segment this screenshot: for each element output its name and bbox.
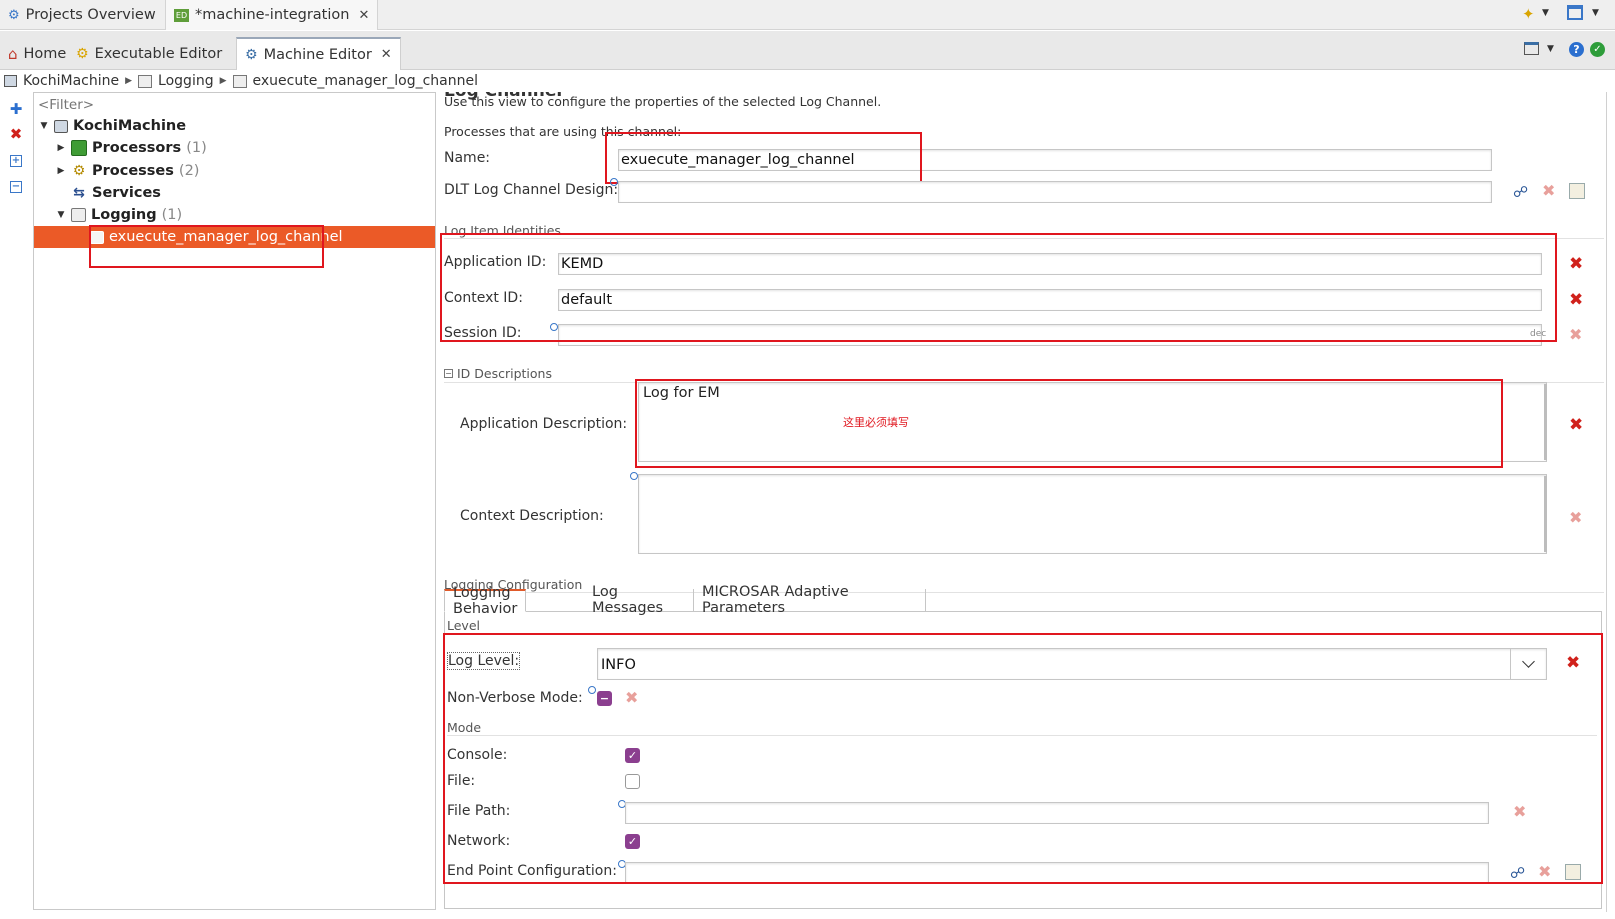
breadcrumb-item-machine[interactable]: KochiMachine [23,73,119,89]
processor-icon [71,140,87,156]
chevron-down-icon[interactable]: ▼ [1542,8,1549,18]
browse-icon[interactable] [1569,183,1585,199]
hint-icon [610,178,618,186]
link-icon[interactable]: ☍ [1513,184,1528,200]
executable-editor-icon: ⚙ [76,45,89,62]
tab-home[interactable]: ⌂ Home [0,37,74,70]
hint-icon [630,472,638,480]
machine-icon [54,119,68,133]
expanded-triangle-icon[interactable]: ▼ [39,121,49,131]
scrollbar[interactable] [1544,384,1547,460]
add-icon[interactable]: ✚ [7,100,25,118]
breadcrumb-separator-icon: ▶ [219,76,227,86]
machine-integration-icon: ED [174,8,189,22]
tree-toolbar: ✚ ✖ + − [0,92,32,919]
project-tab-bar: ⚙ Projects Overview ED *machine-integrat… [0,0,1615,30]
machine-icon [4,75,17,87]
editor-tab-bar: ⌂ Home ⚙ Executable Editor ⚙ Machine Edi… [0,31,1615,70]
tree-item-processors[interactable]: ▶ Processors (1) [56,137,207,159]
annotation-box-tree [89,225,324,268]
logging-icon [71,208,86,222]
tree-item-processes[interactable]: ▶ ⚙ Processes (2) [56,160,200,182]
clear-icon[interactable]: ✖ [1569,292,1583,309]
delete-icon[interactable]: ✖ [7,125,25,143]
breadcrumb-item-log-channel[interactable]: exuecute_manager_log_channel [253,73,478,89]
annotation-box-logging [443,633,1603,884]
home-icon: ⌂ [8,44,18,63]
close-icon[interactable]: ✕ [358,8,369,23]
tree-item-logging[interactable]: ▼ Logging (1) [56,204,183,226]
scrollbar[interactable] [1544,476,1547,552]
tab-logging-behavior[interactable]: Logging Behavior [444,585,527,617]
logging-icon [138,74,153,88]
clear-icon[interactable]: ✖ [1569,256,1583,273]
clear-icon[interactable]: ✖ [1569,327,1582,343]
window-icon[interactable] [1567,5,1583,20]
app-desc-label: Application Description: [460,416,628,432]
clear-icon[interactable]: ✖ [1569,417,1583,434]
view-menu-icon[interactable] [1524,42,1539,55]
context-desc-label: Context Description: [460,508,604,524]
collapsed-triangle-icon[interactable]: ▶ [56,166,66,176]
id-desc-section-title: − ID Descriptions [444,366,552,381]
wand-icon[interactable]: ✦ [1522,5,1535,23]
process-gears-icon: ⚙ [72,163,86,179]
context-desc-textarea[interactable] [638,474,1547,554]
breadcrumb: KochiMachine ▶ Logging ▶ exuecute_manage… [0,70,1615,92]
expanded-triangle-icon[interactable]: ▼ [56,210,66,220]
help-icon[interactable]: ? [1569,42,1584,57]
annotation-box-name [605,132,922,184]
clear-icon[interactable]: ✖ [1569,510,1582,526]
dlt-design-label: DLT Log Channel Design: [444,182,619,198]
breadcrumb-separator-icon: ▶ [125,76,133,86]
clear-icon[interactable]: ✖ [1542,183,1555,199]
collapsed-triangle-icon[interactable]: ▶ [56,143,66,153]
name-label: Name: [444,150,491,166]
form-intro: Use this view to configure the propertie… [444,94,882,109]
check-ok-icon[interactable]: ✓ [1590,42,1605,57]
dlt-design-field[interactable] [618,181,1492,203]
tab-log-messages[interactable]: Log Messages [584,584,694,616]
services-arrows-icon: ⇆ [73,185,85,201]
level-section-title: Level [447,618,480,633]
machine-editor-icon: ⚙ [245,46,258,63]
log-channel-icon [232,74,247,88]
collapse-section-icon[interactable]: − [444,369,453,378]
collapse-all-icon[interactable]: − [7,178,25,196]
tab-machine-editor[interactable]: ⚙ Machine Editor ✕ [236,37,401,70]
chevron-down-icon[interactable]: ▼ [1592,8,1599,18]
filter-input[interactable] [36,95,432,115]
tree-item-services[interactable]: ⇆ Services [56,182,161,204]
projects-overview-icon: ⚙ [8,7,20,23]
breadcrumb-item-logging[interactable]: Logging [158,73,214,89]
close-icon[interactable]: ✕ [381,47,392,62]
annotation-box-app-desc [635,379,1503,468]
model-tree-panel: ▼ KochiMachine ▶ Processors (1) ▶ ⚙ Proc… [33,92,436,910]
expand-all-icon[interactable]: + [7,152,25,170]
tab-projects-overview[interactable]: ⚙ Projects Overview [0,0,164,30]
annotation-box-log-item [440,233,1557,342]
log-channel-form: Log Channel Use this view to configure t… [437,92,1615,912]
tab-executable-editor[interactable]: ⚙ Executable Editor [68,37,230,70]
chevron-down-icon[interactable]: ▼ [1547,44,1554,54]
tab-machine-integration[interactable]: ED *machine-integration ✕ [165,0,379,30]
tab-microsar-params[interactable]: MICROSAR Adaptive Parameters [694,584,926,616]
tree-item-machine[interactable]: ▼ KochiMachine [39,115,187,137]
